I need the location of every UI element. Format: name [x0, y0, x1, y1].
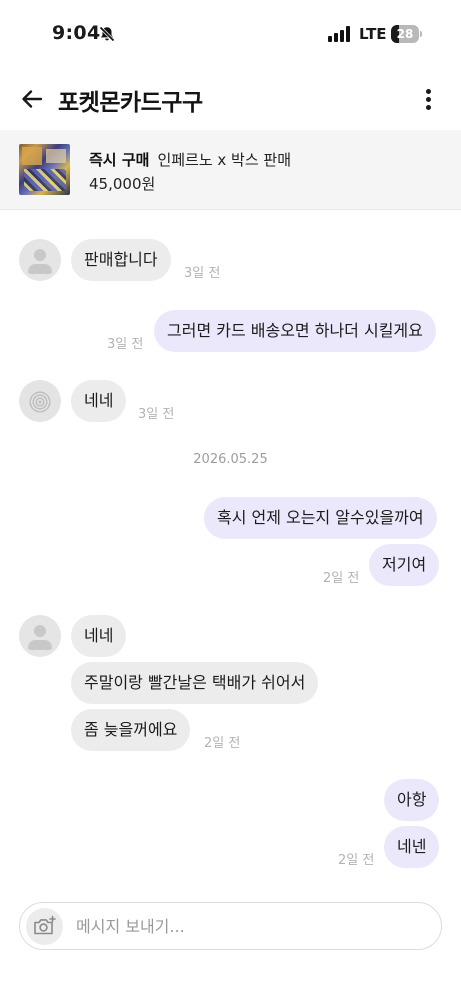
product-info: 즉시 구매 인페르노 x 박스 판매: [89, 149, 291, 170]
avatar[interactable]: [19, 615, 61, 657]
message-input[interactable]: [76, 912, 426, 940]
status-bar: 9:04 LTE 28: [0, 0, 461, 68]
product-price: 45,000원: [89, 175, 156, 193]
message-time: 3일 전: [107, 337, 144, 352]
status-time: 9:04: [52, 22, 101, 44]
message-bubble-incoming: 네네: [71, 615, 127, 657]
message-bubble-outgoing: 네넨: [384, 826, 440, 868]
message-time: 3일 전: [184, 266, 221, 281]
cellular-signal-icon: [328, 26, 352, 42]
message-bubble-outgoing: 저기여: [369, 544, 440, 586]
product-thumbnail: [19, 144, 70, 195]
chat-partner-name: 포켓몬카드구구: [58, 90, 203, 116]
product-summary[interactable]: 즉시 구매 인페르노 x 박스 판매 45,000원: [0, 130, 461, 210]
chat-header: 포켓몬카드구구: [0, 68, 461, 130]
message-bubble-outgoing: 아항: [384, 779, 440, 821]
arrow-left-icon[interactable]: [20, 87, 44, 111]
message-composer: [19, 902, 442, 950]
product-name: 인페르노 x 박스 판매: [157, 151, 292, 169]
trade-type-label: 즉시 구매: [89, 151, 150, 169]
avatar[interactable]: [19, 239, 61, 281]
message-bubble-incoming: 좀 늦을꺼에요: [71, 709, 191, 751]
message-bubble-outgoing: 그러면 카드 배송오면 하나더 시킬게요: [154, 310, 436, 352]
chat-screen: 9:04 LTE 28 포켓몬카드구구 즉시 구매 인페르노 x 박스 판매 4…: [0, 0, 461, 1000]
message-bubble-outgoing: 혹시 언제 오는지 알수있을까여: [204, 497, 437, 539]
date-separator: 2026.05.25: [193, 452, 268, 467]
network-type: LTE: [359, 25, 387, 43]
message-time: 2일 전: [204, 736, 241, 751]
battery-level-text: 28: [396, 27, 414, 41]
message-time: 3일 전: [138, 407, 175, 422]
bell-slash-icon: [99, 26, 115, 42]
message-bubble-incoming: 주말이랑 빨간날은 택배가 쉬어서: [71, 662, 319, 704]
message-time: 2일 전: [338, 853, 375, 868]
more-vertical-icon[interactable]: [416, 86, 440, 112]
message-time: 2일 전: [323, 571, 360, 586]
message-bubble-incoming: 판매합니다: [71, 239, 171, 281]
camera-add-icon[interactable]: [26, 908, 63, 945]
battery-icon: 28: [391, 25, 422, 43]
avatar[interactable]: [19, 380, 61, 422]
message-bubble-incoming: 네네: [71, 380, 127, 422]
